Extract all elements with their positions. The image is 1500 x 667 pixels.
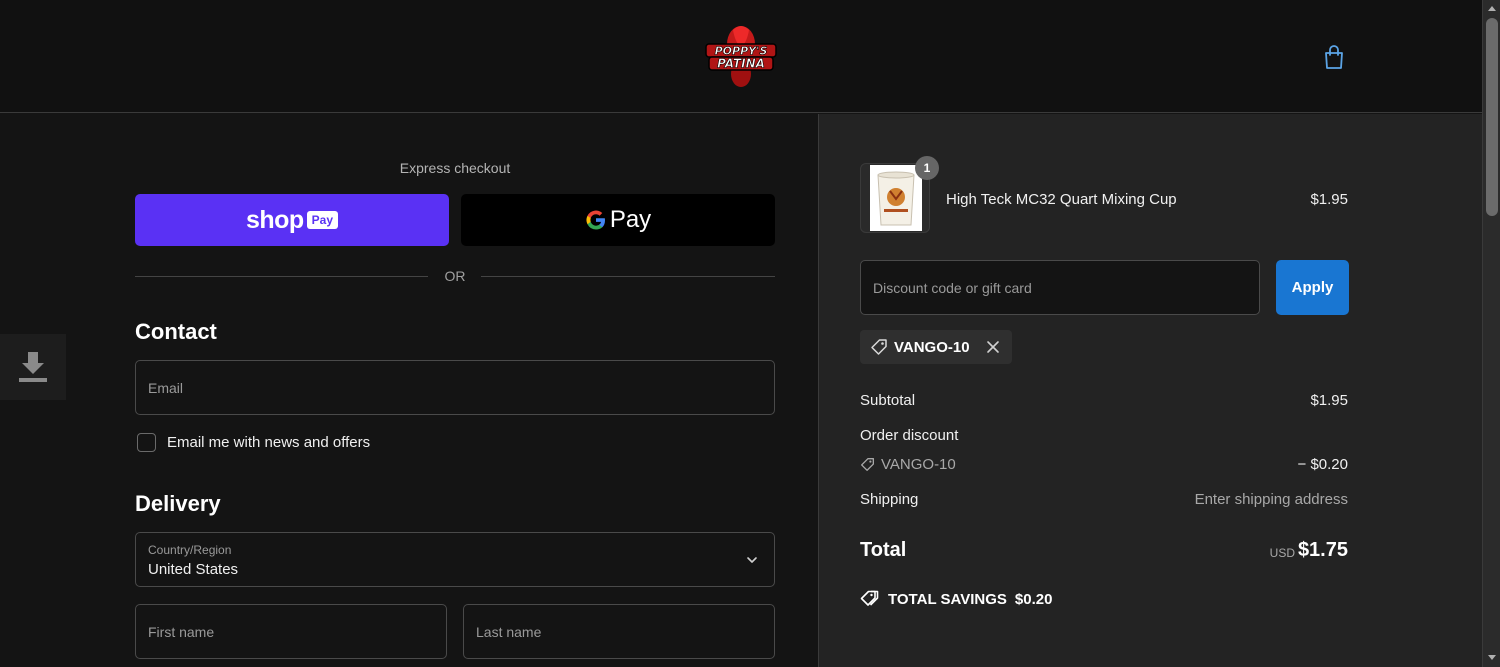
product-price: $1.95 xyxy=(1310,191,1348,208)
shop-pay-wordmark: shop xyxy=(245,205,304,234)
google-pay-button[interactable]: Pay xyxy=(461,194,775,246)
checkout-form: Express checkout shop Pay Pay OR Contact… xyxy=(0,114,818,667)
shipping-label: Shipping xyxy=(860,491,919,508)
subtotal-value: $1.95 xyxy=(1310,392,1348,409)
scroll-down-arrow[interactable] xyxy=(1488,655,1496,660)
scroll-thumb[interactable] xyxy=(1486,18,1498,216)
google-g-icon xyxy=(586,210,605,230)
newsletter-checkbox[interactable] xyxy=(137,433,156,452)
country-value: United States xyxy=(148,561,239,578)
google-pay-label: Pay xyxy=(609,206,652,233)
apply-button[interactable]: Apply xyxy=(1276,260,1349,315)
newsletter-label: Email me with news and offers xyxy=(167,434,371,451)
product-image xyxy=(870,165,922,231)
discount-code-text: VANGO-10 xyxy=(881,456,956,473)
savings-label: TOTAL SAVINGS xyxy=(888,590,1007,608)
total-currency: USD xyxy=(1269,546,1295,560)
order-discount-label: Order discount xyxy=(860,427,959,444)
site-header: POPPY'S PATINA xyxy=(0,0,1482,113)
contact-title: Contact xyxy=(135,319,217,344)
logo-line2: PATINA xyxy=(717,57,765,71)
download-icon xyxy=(19,352,47,382)
quantity-badge: 1 xyxy=(915,156,939,180)
applied-discount-chip: VANGO-10 xyxy=(860,330,1012,364)
discount-field[interactable] xyxy=(860,260,1260,315)
mixing-cup-image xyxy=(877,171,915,226)
subtotal-label: Subtotal xyxy=(860,392,916,409)
or-divider: OR xyxy=(135,268,775,286)
remove-discount-button[interactable] xyxy=(986,340,1000,354)
discount-input[interactable] xyxy=(861,261,1259,314)
shop-pay-button[interactable]: shop Pay xyxy=(135,194,449,246)
first-name-input[interactable] xyxy=(136,605,446,658)
last-name-field[interactable] xyxy=(463,604,775,659)
express-checkout-label: Express checkout xyxy=(399,160,511,176)
applied-code: VANGO-10 xyxy=(894,338,970,356)
total-savings: TOTAL SAVINGS $0.20 xyxy=(860,589,1052,609)
tag-icon xyxy=(861,458,874,471)
savings-value: $0.20 xyxy=(1014,590,1053,608)
country-label: Country/Region xyxy=(148,543,232,557)
shopping-bag-icon[interactable] xyxy=(1322,44,1346,70)
total-label: Total xyxy=(860,539,907,561)
last-name-input[interactable] xyxy=(464,605,774,658)
scroll-up-arrow[interactable] xyxy=(1488,6,1496,11)
shipping-value: Enter shipping address xyxy=(1194,491,1348,508)
product-name: High Teck MC32 Quart Mixing Cup xyxy=(946,191,1177,208)
discount-value: − $0.20 xyxy=(1297,456,1348,473)
delivery-title: Delivery xyxy=(135,491,221,516)
chevron-down-icon xyxy=(747,557,757,563)
country-select[interactable]: Country/Region United States xyxy=(135,532,775,587)
poppys-patina-logo[interactable]: POPPY'S PATINA xyxy=(703,22,779,90)
download-tab[interactable] xyxy=(0,334,66,400)
page-scrollbar[interactable] xyxy=(1482,0,1500,667)
discount-code-row: VANGO-10 xyxy=(860,456,956,473)
total-value: $1.75 xyxy=(1297,539,1348,561)
email-input[interactable] xyxy=(136,361,774,414)
email-field[interactable] xyxy=(135,360,775,415)
shop-pay-badge: Pay xyxy=(306,211,339,229)
close-icon xyxy=(986,341,999,353)
order-summary: 1 High Teck MC32 Quart Mixing Cup $1.95 … xyxy=(818,114,1482,667)
first-name-field[interactable] xyxy=(135,604,447,659)
tag-icon xyxy=(860,590,879,606)
tag-icon xyxy=(871,339,887,355)
